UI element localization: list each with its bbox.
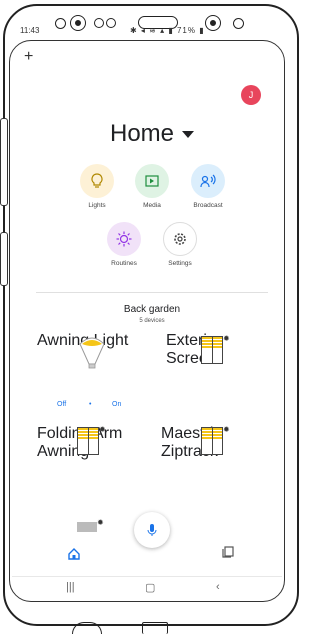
- blind-icon: [201, 336, 223, 364]
- bottom-navigation: [12, 540, 282, 570]
- room-title: Back garden: [123, 304, 181, 315]
- gear-icon: [163, 222, 197, 256]
- chevron-down-icon: [182, 131, 195, 139]
- feed-tab-icon[interactable]: [222, 546, 234, 558]
- home-selector[interactable]: Home: [0, 120, 304, 148]
- off-button[interactable]: Off: [57, 401, 66, 408]
- divider: [36, 292, 268, 293]
- blind-icon: [201, 427, 223, 455]
- status-bar: 11:43 ✱ ◂ ≋ ▴ ▮ 71% ▮: [20, 26, 258, 38]
- side-button-lower: [0, 232, 8, 286]
- blind-icon: [77, 427, 99, 455]
- routines-icon: [107, 222, 141, 256]
- action-media[interactable]: Media: [124, 164, 180, 209]
- recents-icon[interactable]: |||: [66, 581, 75, 593]
- device-folding-arm-awning[interactable]: ✹ Folding Arm Awning: [37, 425, 147, 485]
- action-lights[interactable]: Lights: [69, 164, 125, 209]
- action-label: Settings: [168, 260, 192, 267]
- status-time: 11:43: [20, 26, 40, 35]
- light-bulb-icon: [79, 337, 105, 369]
- action-routines[interactable]: Routines: [96, 222, 152, 267]
- status-icons: ✱ ◂ ≋ ▴ ▮ 71% ▮: [130, 26, 205, 35]
- device-awning-light[interactable]: Awning Light: [37, 332, 147, 412]
- shutter-icon: [77, 522, 97, 532]
- page-title: Home: [109, 120, 175, 147]
- action-broadcast[interactable]: Broadcast: [180, 164, 236, 209]
- add-button[interactable]: +: [24, 48, 33, 66]
- avatar[interactable]: J: [241, 85, 261, 105]
- room-device-count: 5 devices: [139, 318, 165, 324]
- media-icon: [135, 164, 169, 198]
- action-label: Routines: [111, 260, 137, 267]
- device-exterior-screen[interactable]: ✹ Exterior Screen: [166, 332, 276, 392]
- broadcast-icon: [191, 164, 225, 198]
- device-partial[interactable]: ✹: [77, 518, 104, 532]
- gear-icon: ✹: [223, 425, 230, 434]
- home-tab-icon[interactable]: [68, 548, 80, 560]
- action-label: Lights: [88, 202, 106, 209]
- bottom-hardware: [0, 608, 304, 634]
- home-icon[interactable]: ▢: [145, 581, 155, 594]
- system-navigation: ||| ▢ ‹: [12, 576, 282, 597]
- gear-icon: ✹: [223, 334, 230, 343]
- toggle-separator: •: [89, 401, 92, 408]
- gear-icon: ✹: [99, 425, 106, 434]
- mic-icon: [147, 524, 157, 536]
- battery-level: 71%: [176, 26, 196, 35]
- device-maestria-ziptrack[interactable]: ✹ Maestria Ziptrack: [161, 425, 271, 485]
- lightbulb-icon: [80, 164, 114, 198]
- on-button[interactable]: On: [112, 401, 121, 408]
- gear-icon: ✹: [97, 518, 104, 527]
- action-label: Media: [143, 202, 161, 209]
- action-settings[interactable]: Settings: [152, 222, 208, 267]
- back-icon[interactable]: ‹: [216, 581, 220, 593]
- action-label: Broadcast: [193, 202, 223, 209]
